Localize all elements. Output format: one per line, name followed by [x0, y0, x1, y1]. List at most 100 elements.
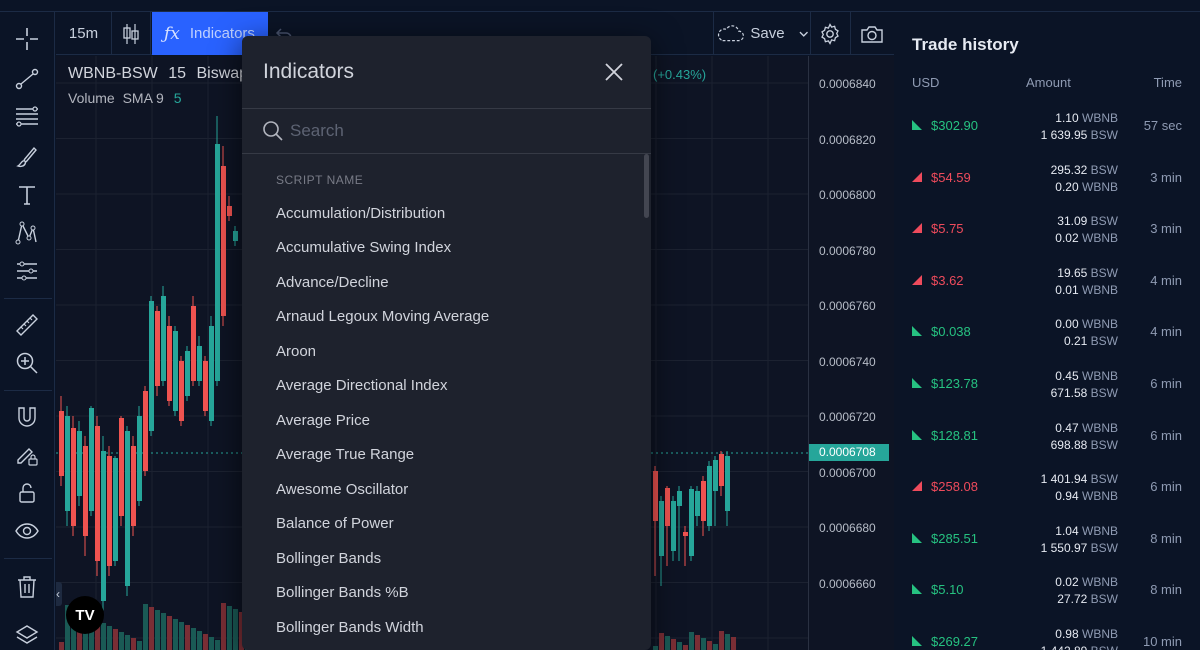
- arrow-down-icon: [912, 429, 922, 440]
- unit-2: WBNB: [1082, 179, 1118, 194]
- unit-1: WBNB: [1082, 523, 1118, 538]
- volume-legend: Volume SMA 9 5: [68, 90, 182, 106]
- left-toolbar: [0, 12, 55, 650]
- amount-2: 1 639.95: [1040, 128, 1088, 142]
- script-item[interactable]: Average Price: [242, 403, 642, 438]
- lock-icon[interactable]: [10, 476, 44, 510]
- pattern-icon[interactable]: [10, 216, 44, 250]
- candle-body: [173, 331, 178, 411]
- script-item[interactable]: Arnaud Legoux Moving Average: [242, 300, 642, 335]
- script-item[interactable]: Average Directional Index: [242, 369, 642, 404]
- search-input[interactable]: [290, 116, 630, 146]
- volume-bar: [719, 631, 724, 650]
- candle-body: [713, 460, 718, 491]
- trade-time: 6 min: [1150, 376, 1182, 391]
- candle-body: [689, 489, 694, 556]
- script-item[interactable]: Average True Range: [242, 438, 642, 473]
- script-item[interactable]: Advance/Decline: [242, 265, 642, 300]
- unit-2: BSW: [1090, 128, 1118, 142]
- trade-row: $258.08 1 401.94 BSW 0.94 WBNB 6 min: [894, 471, 1200, 523]
- volume-bar: [215, 640, 220, 650]
- unit-1: WBNB: [1082, 627, 1118, 641]
- amount-2: 0.21: [1063, 334, 1088, 349]
- trade-row: $269.27 0.98 WBNB 1 442.89 BSW 10 min: [894, 626, 1200, 650]
- script-item[interactable]: Balance of Power: [242, 507, 642, 542]
- close-icon[interactable]: [602, 60, 626, 84]
- price-axis[interactable]: 0.0006840 0.0006820 0.0006800 0.0006780 0.00…: [808, 56, 894, 650]
- crosshair-icon[interactable]: [10, 22, 44, 56]
- candle-body: [671, 501, 676, 551]
- arrow-up-icon: [912, 171, 922, 182]
- price-tick-label: 0.0006660: [819, 576, 876, 591]
- gear-icon[interactable]: [812, 12, 848, 55]
- trash-icon[interactable]: [10, 570, 44, 604]
- search-icon: [262, 120, 284, 142]
- layers-icon[interactable]: [10, 618, 44, 650]
- volume-bar: [119, 632, 124, 650]
- toolbar-separator: [150, 12, 151, 55]
- lock-drawing-icon[interactable]: [10, 438, 44, 472]
- trade-time: 3 min: [1150, 221, 1182, 237]
- script-item[interactable]: Bollinger Bands Width: [242, 610, 642, 645]
- price-tick-label: 0.0006840: [819, 77, 876, 91]
- price-change-label: (+0.43%): [653, 67, 707, 82]
- candle-body: [197, 346, 202, 381]
- trade-usd: $302.90: [931, 118, 978, 133]
- dialog-title: Indicators: [263, 60, 355, 83]
- trade-history-title: Trade history: [912, 35, 1019, 54]
- amount-1: 31.09: [1057, 214, 1088, 229]
- price-tick-label: 0.0006820: [819, 132, 876, 147]
- script-item[interactable]: Bollinger Bands %B: [242, 576, 642, 611]
- ruler-icon[interactable]: [10, 308, 44, 342]
- brush-icon[interactable]: [10, 140, 44, 174]
- script-item[interactable]: Awesome Oscillator: [242, 472, 642, 507]
- amount-2: 0.02: [1055, 231, 1079, 246]
- tradingview-logo[interactable]: TV: [66, 596, 104, 634]
- collapse-toolbar-icon[interactable]: ‹: [56, 582, 62, 606]
- candle-body: [695, 491, 700, 516]
- save-label: Save: [750, 25, 785, 42]
- amount-1: 0.02: [1055, 575, 1079, 590]
- trade-usd: $128.81: [931, 427, 978, 443]
- save-button[interactable]: Save: [716, 12, 808, 55]
- camera-icon[interactable]: [853, 12, 891, 55]
- unit-2: BSW: [1090, 540, 1118, 555]
- volume-bar: [59, 642, 64, 650]
- trade-usd: $5.75: [931, 221, 964, 237]
- script-item[interactable]: Accumulation/Distribution: [242, 196, 642, 231]
- interval-button[interactable]: 15m: [56, 12, 111, 55]
- trend-line-icon[interactable]: [10, 62, 44, 96]
- scrollbar[interactable]: [644, 154, 649, 218]
- volume-bar: [173, 619, 178, 650]
- candles-icon[interactable]: [112, 12, 150, 55]
- candle-body: [65, 416, 70, 511]
- trade-amount: 1.04 WBNB 1 550.97 BSW: [998, 523, 1118, 557]
- script-item[interactable]: Bollinger Bands: [242, 541, 642, 576]
- script-item[interactable]: Accumulative Swing Index: [242, 231, 642, 266]
- fib-retracement-icon[interactable]: [10, 100, 44, 134]
- candle-body: [143, 391, 148, 471]
- trade-usd: $269.27: [931, 634, 978, 649]
- candle-body: [71, 428, 76, 526]
- volume-bar: [161, 613, 166, 650]
- candle-body: [719, 454, 724, 486]
- script-item[interactable]: Aroon: [242, 334, 642, 369]
- text-icon[interactable]: [10, 178, 44, 212]
- unit-1: WBNB: [1082, 420, 1118, 435]
- amount-1: 0.45: [1055, 369, 1079, 383]
- toolbar-separator: [713, 12, 714, 55]
- trade-usd: $3.62: [931, 272, 964, 288]
- volume-bar: [203, 634, 208, 650]
- volume-bar: [185, 625, 190, 650]
- magnet-icon[interactable]: [10, 400, 44, 434]
- candle-body: [59, 411, 64, 476]
- prediction-icon[interactable]: [10, 254, 44, 288]
- trade-time: 57 sec: [1143, 118, 1182, 133]
- unit-1: WBNB: [1082, 317, 1118, 332]
- exchange-label: Biswap: [196, 65, 249, 82]
- amount-2: 0.01: [1055, 282, 1079, 297]
- chart-legend: WBNB-BSW 15 Biswap: [68, 65, 248, 83]
- zoom-in-icon[interactable]: [10, 346, 44, 380]
- amount-2: 27.72: [1057, 592, 1088, 607]
- eye-icon[interactable]: [10, 514, 44, 548]
